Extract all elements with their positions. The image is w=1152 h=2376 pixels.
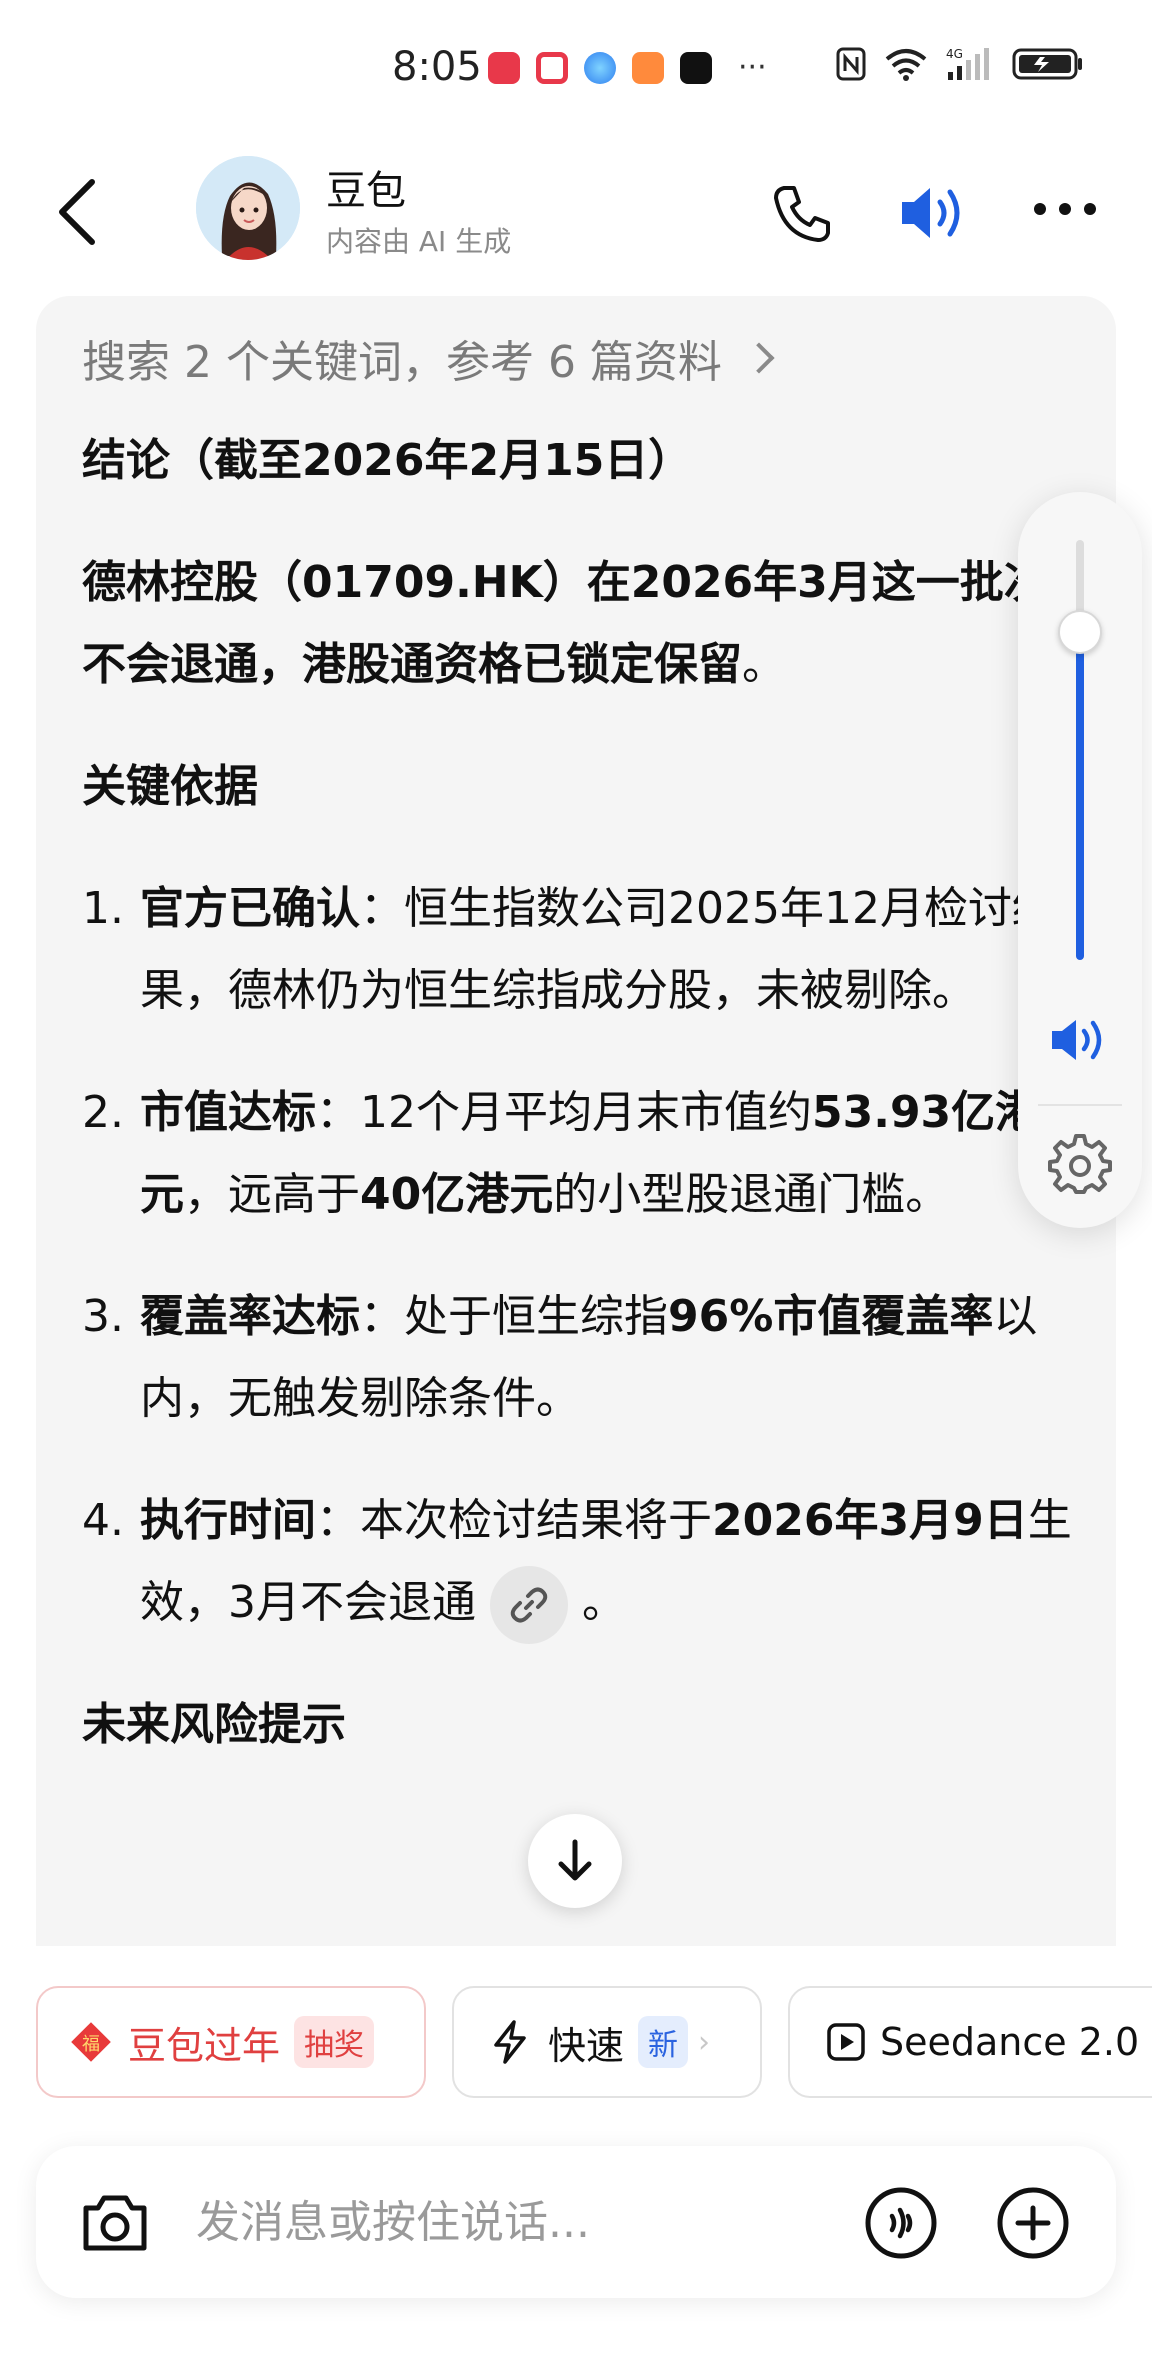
voice-input-button[interactable]: [864, 2186, 938, 2260]
basis-heading: 关键依据: [82, 761, 258, 812]
svg-text:福: 福: [82, 2034, 100, 2055]
blue-app-icon: [584, 52, 616, 84]
item-text: 12个月平均月末市值约: [360, 1087, 812, 1138]
seedance-label: Seedance 2.0: [880, 2020, 1140, 2064]
fast-mode-label: 快速: [548, 2023, 625, 2068]
volume-speaker-button[interactable]: [1048, 1012, 1112, 1068]
volume-panel: [1018, 492, 1142, 1228]
list-item: 3. 覆盖率达标：处于恒生综指96%市值覆盖率以内，无触发剔除条件。: [82, 1276, 1082, 1440]
chevron-right-icon: [743, 342, 775, 374]
item-separator: ：: [360, 1291, 404, 1342]
more-options-button[interactable]: [1030, 194, 1100, 224]
list-item: 4. 执行时间：本次检讨结果将于2026年3月9日生效，3月不会退通。: [82, 1480, 1082, 1644]
seedance-chip[interactable]: Seedance 2.0: [788, 1986, 1152, 2098]
add-attachment-button[interactable]: [996, 2186, 1070, 2260]
video-play-icon: [827, 2023, 865, 2061]
list-number: 1.: [82, 883, 124, 934]
list-item: 2. 市值达标：12个月平均月末市值约53.93亿港元，远高于40亿港元的小型股…: [82, 1072, 1082, 1236]
battery-icon: [1012, 47, 1084, 85]
item-label: 市值达标: [140, 1087, 316, 1138]
scroll-to-bottom-button[interactable]: [528, 1814, 622, 1908]
list-number: 4.: [82, 1495, 124, 1546]
cellular-4g-icon: 4G: [946, 46, 994, 86]
volume-divider: [1038, 1104, 1122, 1106]
gear-icon: [1048, 1134, 1112, 1194]
voice-waveform-icon: [865, 2187, 937, 2259]
list-number: 2.: [82, 1087, 124, 1138]
more-dots-icon: [1034, 203, 1096, 215]
bot-avatar[interactable]: [196, 156, 300, 260]
item-separator: ：: [360, 883, 404, 934]
item-text: 。: [582, 1577, 626, 1628]
volume-settings-button[interactable]: [1048, 1134, 1112, 1198]
link-icon: [510, 1587, 548, 1623]
list-number: 3.: [82, 1291, 124, 1342]
conclusion-paragraph: 德林控股（01709.HK）在2026年3月这一批次不会退通，港股通资格已锁定保…: [82, 542, 1082, 706]
item-separator: ：: [316, 1087, 360, 1138]
chat-header: 豆包 内容由 AI 生成: [0, 140, 1152, 280]
item-text: ，远高于: [184, 1169, 360, 1220]
conclusion-title: 结论（截至2026年2月15日）: [82, 435, 693, 486]
chevron-right-icon: ›: [698, 2024, 711, 2060]
festival-chip-label: 豆包过年: [128, 2023, 281, 2068]
message-content: 结论（截至2026年2月15日） 德林控股（01709.HK）在2026年3月这…: [82, 420, 1082, 1806]
item-text: 本次检讨结果将于: [360, 1495, 712, 1546]
back-arrow-icon: [59, 179, 95, 245]
volume-slider-track[interactable]: [1076, 540, 1084, 960]
arrow-down-icon: [558, 1839, 592, 1881]
bot-name: 豆包: [326, 168, 406, 214]
item-label: 官方已确认: [140, 883, 360, 934]
volume-slider-handle[interactable]: [1058, 610, 1102, 655]
camera-button[interactable]: [80, 2190, 150, 2254]
item-label: 覆盖率达标: [140, 1291, 360, 1342]
phone-icon: [774, 186, 830, 242]
status-bar: 8:05 ··· 4G: [0, 0, 1152, 130]
fast-mode-chip[interactable]: 快速 新 ›: [452, 1986, 762, 2098]
source-link-button[interactable]: [490, 1566, 568, 1644]
status-app-icons: ···: [488, 52, 767, 84]
basis-list: 1. 官方已确认：恒生指数公司2025年12月检讨结果，德林仍为恒生综指成分股，…: [82, 868, 1082, 1644]
speaker-button[interactable]: [898, 178, 970, 248]
lightning-icon: [494, 2020, 526, 2064]
wifi-icon: [884, 47, 928, 85]
more-notifications-icon: ···: [738, 50, 767, 85]
phone-call-button[interactable]: [770, 180, 836, 246]
orange-app-icon: [632, 52, 664, 84]
search-references[interactable]: 搜索 2 个关键词，参考 6 篇资料: [82, 326, 775, 390]
item-label: 执行时间: [140, 1495, 316, 1546]
volume-slider-fill: [1076, 632, 1084, 960]
bot-message: 搜索 2 个关键词，参考 6 篇资料 结论（截至2026年2月15日） 德林控股…: [36, 296, 1116, 1946]
message-input[interactable]: [196, 2186, 876, 2258]
item-text: 的小型股退通门槛。: [553, 1169, 950, 1220]
item-highlight: 96%市值覆盖率: [668, 1291, 994, 1342]
speaker-volume-icon: [1052, 1020, 1102, 1060]
huawei-app-icon: [488, 52, 520, 84]
ai-disclaimer: 内容由 AI 生成: [326, 225, 512, 258]
item-highlight: 2026年3月9日: [712, 1495, 1028, 1546]
risk-heading: 未来风险提示: [82, 1699, 346, 1750]
item-text: 处于恒生综指: [404, 1291, 668, 1342]
speaker-volume-icon: [902, 188, 960, 238]
fu-lucky-icon: 福: [68, 2019, 114, 2065]
plus-icon: [997, 2187, 1069, 2259]
quick-actions: 福 豆包过年 抽奖 快速 新 › Seedance 2.0: [0, 1986, 1152, 2098]
list-item: 1. 官方已确认：恒生指数公司2025年12月检讨结果，德林仍为恒生综指成分股，…: [82, 868, 1082, 1032]
search-references-label: 搜索 2 个关键词，参考 6 篇资料: [82, 337, 722, 388]
status-time: 8:05: [392, 44, 482, 90]
new-badge: 新: [638, 2016, 689, 2068]
festival-chip[interactable]: 福 豆包过年 抽奖: [36, 1986, 426, 2098]
svg-text:4G: 4G: [946, 47, 963, 61]
nfc-icon: [836, 47, 866, 85]
conclusion-end: 。: [742, 639, 786, 690]
item-separator: ：: [316, 1495, 360, 1546]
avatar-portrait-icon: [196, 156, 300, 260]
red-app-icon: [536, 52, 568, 84]
lottery-badge: 抽奖: [294, 2016, 375, 2068]
dark-app-icon: [680, 52, 712, 84]
back-button[interactable]: [44, 172, 114, 252]
item-highlight: 40亿港元: [360, 1169, 554, 1220]
camera-icon: [83, 2195, 147, 2251]
conclusion-bold: 德林控股（01709.HK）在2026年3月这一批次不会退通，港股通资格已锁定保…: [82, 557, 1048, 690]
message-input-bar: [36, 2146, 1116, 2298]
